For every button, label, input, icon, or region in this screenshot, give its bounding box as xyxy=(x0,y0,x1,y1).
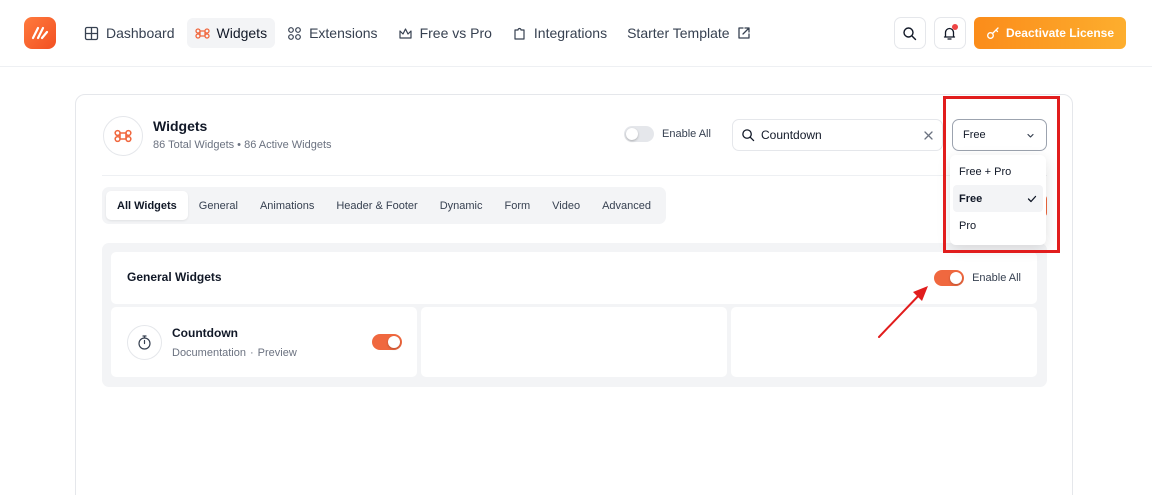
toggle-knob xyxy=(388,336,400,348)
widgets-header-icon xyxy=(103,116,143,156)
dropdown-option-label: Free + Pro xyxy=(959,165,1012,178)
widget-card-empty xyxy=(421,307,727,377)
widget-card-countdown: Countdown Documentation · Preview xyxy=(111,307,417,377)
annotation-arrow-icon xyxy=(878,286,928,338)
top-navigation: Dashboard Widgets Extensions Free vs Pro… xyxy=(0,0,1152,67)
nav-starter-template-label: Starter Template xyxy=(627,25,730,41)
stopwatch-icon xyxy=(127,325,162,360)
nav-free-vs-pro-label: Free vs Pro xyxy=(419,25,492,41)
enable-all-global-toggle[interactable] xyxy=(624,126,654,142)
key-icon xyxy=(986,27,999,39)
nav-dashboard[interactable]: Dashboard xyxy=(76,18,183,48)
enable-all-global: Enable All xyxy=(624,126,711,142)
plan-filter-dropdown: Free + Pro Free Pro xyxy=(950,155,1046,245)
section-title: General Widgets xyxy=(127,270,222,284)
category-tabs: All Widgets General Animations Header & … xyxy=(102,187,667,224)
nav-starter-template[interactable]: Starter Template xyxy=(619,18,758,48)
top-actions: Deactivate License xyxy=(893,17,1126,49)
crown-icon xyxy=(398,27,412,39)
app-logo[interactable] xyxy=(24,17,56,49)
dropdown-option-free[interactable]: Free xyxy=(953,185,1043,212)
command-icon xyxy=(194,27,210,39)
deactivate-license-label: Deactivate License xyxy=(1005,26,1114,40)
main-nav: Dashboard Widgets Extensions Free vs Pro… xyxy=(76,18,759,48)
puzzle-icon xyxy=(514,27,525,40)
tab-form[interactable]: Form xyxy=(493,191,541,220)
tab-general[interactable]: General xyxy=(188,191,249,220)
page-title: Widgets xyxy=(153,118,208,134)
search-icon xyxy=(742,129,755,142)
logo-icon xyxy=(31,26,49,40)
notifications-button[interactable] xyxy=(933,17,966,49)
close-icon xyxy=(924,130,933,140)
plan-filter-select[interactable]: Free xyxy=(952,119,1047,151)
dropdown-option-label: Pro xyxy=(959,219,977,232)
check-icon xyxy=(1027,195,1037,202)
widget-search xyxy=(732,119,943,151)
plan-filter-value: Free xyxy=(963,129,986,141)
nav-free-vs-pro[interactable]: Free vs Pro xyxy=(390,18,500,48)
nav-widgets-label: Widgets xyxy=(216,25,268,41)
nav-integrations[interactable]: Integrations xyxy=(504,18,615,48)
chevron-down-icon xyxy=(1027,133,1034,138)
tab-video[interactable]: Video xyxy=(541,191,591,220)
widget-enable-toggle[interactable] xyxy=(372,334,402,350)
widgets-count: 86 Total Widgets • 86 Active Widgets xyxy=(153,139,332,151)
clear-search-button[interactable] xyxy=(923,130,934,141)
deactivate-license-button[interactable]: Deactivate License xyxy=(973,17,1126,49)
widget-links: Documentation · Preview xyxy=(172,347,297,359)
toggle-knob xyxy=(626,128,638,140)
dropdown-option-pro[interactable]: Pro xyxy=(953,212,1043,239)
extensions-icon xyxy=(288,26,301,40)
notification-dot xyxy=(951,24,958,30)
tab-header-footer[interactable]: Header & Footer xyxy=(325,191,428,220)
nav-dashboard-label: Dashboard xyxy=(106,25,175,41)
tab-dynamic[interactable]: Dynamic xyxy=(429,191,494,220)
tab-all-widgets[interactable]: All Widgets xyxy=(106,191,188,220)
external-link-icon xyxy=(737,27,750,39)
nav-extensions-label: Extensions xyxy=(309,25,378,41)
widget-title: Countdown xyxy=(172,326,238,340)
toggle-knob xyxy=(950,272,963,284)
dropdown-option-free-pro[interactable]: Free + Pro xyxy=(953,158,1043,185)
enable-all-global-label: Enable All xyxy=(662,128,711,140)
command-icon xyxy=(114,129,132,143)
enable-all-section: Enable All xyxy=(934,270,1021,286)
widget-search-input[interactable] xyxy=(761,128,911,142)
tab-animations[interactable]: Animations xyxy=(249,191,325,220)
nav-integrations-label: Integrations xyxy=(533,25,608,41)
header-divider xyxy=(102,175,1047,176)
preview-link[interactable]: Preview xyxy=(258,347,297,359)
global-search-button[interactable] xyxy=(893,17,926,49)
search-icon xyxy=(903,26,917,40)
tab-advanced[interactable]: Advanced xyxy=(591,191,662,220)
grid-icon xyxy=(84,26,99,40)
nav-extensions[interactable]: Extensions xyxy=(279,18,385,48)
enable-all-section-label: Enable All xyxy=(972,272,1021,284)
documentation-link[interactable]: Documentation xyxy=(172,347,246,359)
dropdown-option-label: Free xyxy=(959,192,983,205)
nav-widgets[interactable]: Widgets xyxy=(186,18,276,48)
link-separator: · xyxy=(250,347,254,359)
